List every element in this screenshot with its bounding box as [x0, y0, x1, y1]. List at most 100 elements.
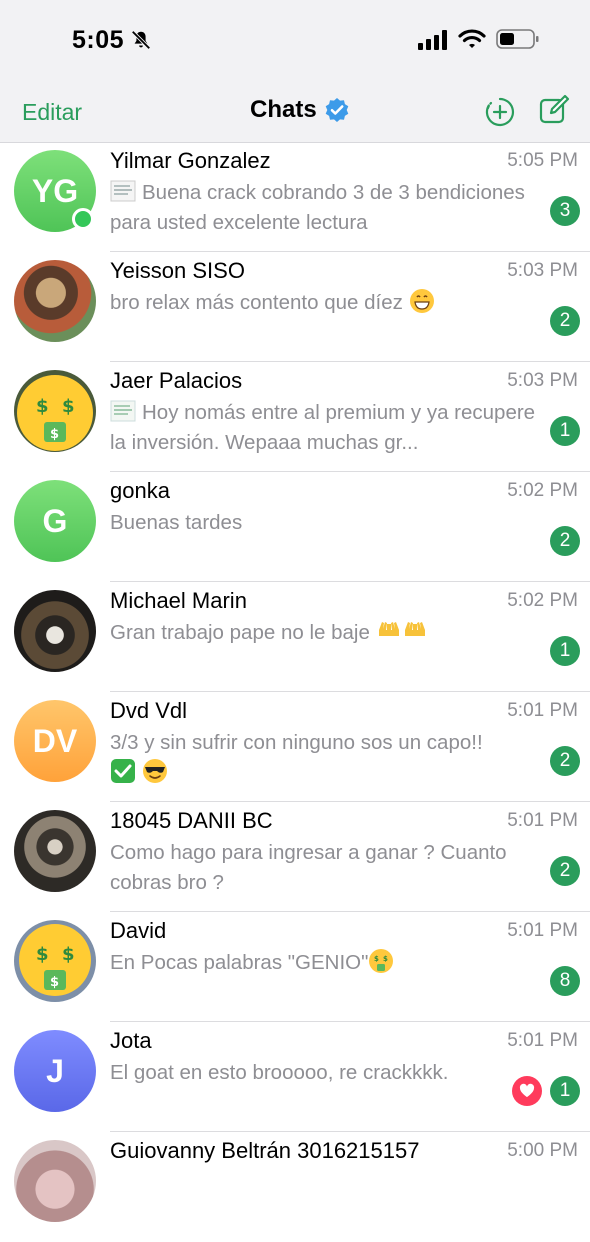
chat-preview: Gran trabajo pape no le baje	[110, 618, 540, 648]
chat-preview: bro relax más contento que díez	[110, 288, 540, 318]
new-story-icon[interactable]	[484, 96, 516, 128]
check-mark-icon	[111, 759, 135, 783]
document-thumbnail-icon	[110, 400, 136, 422]
chat-time: 5:02 PM	[507, 590, 578, 611]
raising-hands-icon	[378, 622, 399, 642]
avatar-initials: G	[42, 502, 68, 539]
chat-row[interactable]: 18045 DANII BC 5:01 PM Como hago para in…	[0, 802, 590, 912]
avatar: $ $ $	[14, 370, 96, 452]
chat-list: YG Yilmar Gonzalez 5:05 PM Buena crack c…	[0, 142, 590, 1242]
chat-preview-text: Como hago para ingresar a ganar ? Cuanto…	[110, 841, 507, 894]
unread-badge: 1	[550, 1076, 580, 1106]
chat-preview-text: 3/3 y sin sufrir con ninguno sos un capo…	[110, 731, 483, 754]
chat-name: Yeisson SISO	[110, 258, 245, 283]
chat-name: Jaer Palacios	[110, 368, 243, 393]
chat-preview: En Pocas palabras "GENIO" $ $	[110, 948, 540, 978]
svg-text:$: $	[36, 944, 49, 965]
signal-icon	[418, 30, 447, 50]
online-indicator	[72, 208, 94, 230]
chat-preview-text: En Pocas palabras "GENIO"	[110, 951, 369, 974]
status-bar: 5:05	[0, 0, 590, 82]
svg-text:$: $	[50, 427, 59, 442]
document-thumbnail-icon	[110, 180, 136, 202]
chat-name: Michael Marin	[110, 588, 247, 613]
avatar	[14, 590, 96, 672]
unread-badge: 2	[550, 526, 580, 556]
avatar: J	[14, 1030, 96, 1112]
bell-slash-icon	[131, 30, 151, 50]
chat-time: 5:00 PM	[507, 1140, 578, 1161]
svg-text:$: $	[374, 955, 379, 963]
chat-row[interactable]: Guiovanny Beltrán 3016215157 5:00 PM	[0, 1132, 590, 1242]
verified-icon	[325, 98, 349, 122]
svg-text:$: $	[62, 396, 75, 417]
chat-row[interactable]: DV Dvd Vdl 5:01 PM 3/3 y sin sufrir con …	[0, 692, 590, 802]
chat-preview: Hoy nomás entre al premium y ya recupere…	[110, 398, 540, 458]
svg-text:$: $	[36, 396, 49, 417]
chat-name: gonka	[110, 478, 170, 503]
chat-time: 5:01 PM	[507, 700, 578, 721]
chat-row[interactable]: $ $ $ Jaer Palacios 5:03 PM Hoy nomás en…	[0, 362, 590, 472]
heart-icon	[519, 1083, 535, 1097]
money-mouth-face-icon: $ $ $	[17, 375, 93, 451]
avatar: G	[14, 480, 96, 562]
chat-name: Dvd Vdl	[110, 698, 188, 723]
page-title: Chats	[250, 96, 317, 123]
chat-preview-text: Buenas tardes	[110, 511, 243, 534]
chat-preview: 3/3 y sin sufrir con ninguno sos un capo…	[110, 728, 540, 788]
chat-preview-text: Hoy nomás entre al premium y ya recupere…	[110, 401, 536, 454]
avatar	[14, 810, 96, 892]
avatar: YG	[14, 150, 96, 232]
avatar-initials: YG	[31, 172, 79, 209]
chat-row[interactable]: Yeisson SISO 5:03 PM bro relax más conte…	[0, 252, 590, 362]
chat-preview: Buenas tardes	[110, 508, 540, 538]
chat-time: 5:03 PM	[507, 260, 578, 281]
chat-preview-text: Buena crack cobrando 3 de 3 bendiciones …	[110, 181, 525, 234]
chat-preview-text: Gran trabajo pape no le baje	[110, 621, 370, 644]
chat-preview: Buena crack cobrando 3 de 3 bendiciones …	[110, 178, 540, 238]
nav-bar: Editar Chats	[0, 82, 590, 143]
chat-name: Yilmar Gonzalez	[110, 148, 271, 173]
raising-hands-icon	[404, 622, 425, 642]
avatar	[14, 260, 96, 342]
avatar: $ $ $	[14, 920, 96, 1002]
chat-row[interactable]: G gonka 5:02 PM Buenas tardes 2	[0, 472, 590, 582]
heart-reaction-icon[interactable]	[512, 1076, 542, 1106]
svg-text:$: $	[62, 944, 75, 965]
grinning-face-icon	[409, 289, 434, 313]
avatar	[14, 1140, 96, 1222]
chat-row[interactable]: J Jota 5:01 PM El goat en esto brooooo, …	[0, 1022, 590, 1132]
unread-badge: 1	[550, 636, 580, 666]
status-time: 5:05	[72, 26, 125, 54]
unread-badge: 2	[550, 856, 580, 886]
edit-button[interactable]: Editar	[22, 99, 82, 126]
chat-time: 5:01 PM	[507, 1030, 578, 1051]
chat-time: 5:02 PM	[507, 480, 578, 501]
chat-preview-text: bro relax más contento que díez	[110, 291, 403, 314]
avatar-initials: DV	[32, 722, 78, 759]
unread-badge: 1	[550, 416, 580, 446]
chat-time: 5:01 PM	[507, 920, 578, 941]
money-mouth-face-icon: $ $	[369, 949, 394, 973]
chat-row[interactable]: $ $ $ David 5:01 PM En Pocas palabras "G…	[0, 912, 590, 1022]
chat-time: 5:03 PM	[507, 370, 578, 391]
unread-badge: 3	[550, 196, 580, 226]
compose-icon[interactable]	[538, 94, 570, 126]
money-mouth-face-icon: $ $ $	[19, 924, 91, 996]
chat-time: 5:05 PM	[507, 150, 578, 171]
chat-name: 18045 DANII BC	[110, 808, 273, 833]
chat-row[interactable]: YG Yilmar Gonzalez 5:05 PM Buena crack c…	[0, 142, 590, 252]
chat-preview: El goat en esto brooooo, re crackkkk.	[110, 1058, 540, 1088]
unread-badge: 2	[550, 746, 580, 776]
chat-time: 5:01 PM	[507, 810, 578, 831]
avatar: DV	[14, 700, 96, 782]
unread-badge: 8	[550, 966, 580, 996]
chat-preview: Como hago para ingresar a ganar ? Cuanto…	[110, 838, 540, 898]
svg-text:$: $	[383, 955, 388, 963]
chat-preview-text: El goat en esto brooooo, re crackkkk.	[110, 1061, 449, 1084]
svg-text:$: $	[50, 975, 59, 990]
unread-badge: 2	[550, 306, 580, 336]
wifi-icon	[458, 29, 486, 48]
chat-name: Guiovanny Beltrán 3016215157	[110, 1138, 420, 1163]
chat-row[interactable]: Michael Marin 5:02 PM Gran trabajo pape …	[0, 582, 590, 692]
